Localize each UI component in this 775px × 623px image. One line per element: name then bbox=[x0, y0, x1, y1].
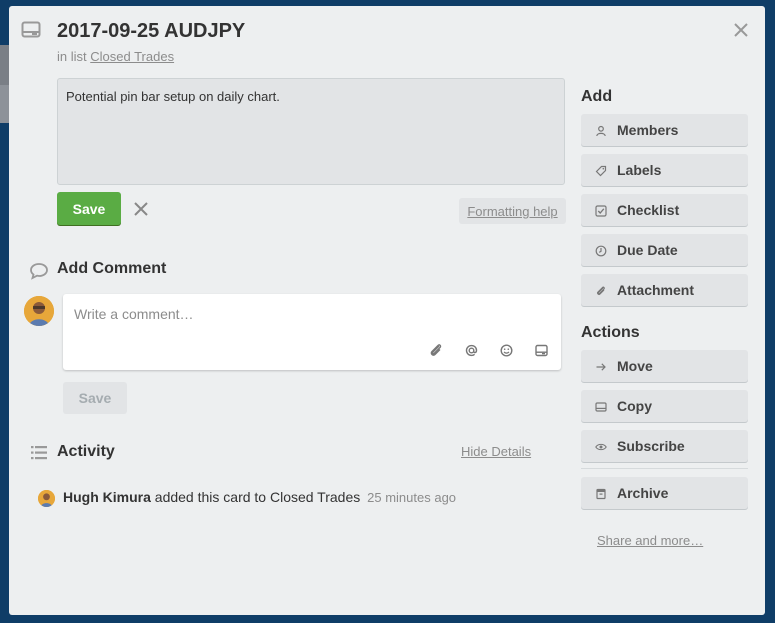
share-and-more-link[interactable]: Share and more… bbox=[597, 533, 703, 548]
in-list-prefix: in list bbox=[57, 49, 87, 64]
activity-user[interactable]: Hugh Kimura bbox=[63, 489, 151, 505]
copy-button[interactable]: Copy bbox=[581, 390, 748, 422]
cancel-edit-icon[interactable] bbox=[131, 199, 151, 219]
activity-list-icon bbox=[29, 444, 49, 462]
members-button[interactable]: Members bbox=[581, 114, 748, 146]
card-icon[interactable] bbox=[532, 343, 551, 358]
labels-label: Labels bbox=[617, 162, 662, 178]
avatar[interactable] bbox=[38, 490, 55, 507]
card-detail-modal: 2017-09-25 AUDJPY in list Closed Trades … bbox=[9, 6, 765, 615]
checklist-button[interactable]: Checklist bbox=[581, 194, 748, 226]
card-list-info: in list Closed Trades bbox=[57, 49, 174, 64]
add-heading: Add bbox=[581, 88, 613, 105]
archive-button[interactable]: Archive bbox=[581, 477, 748, 509]
due-date-button[interactable]: Due Date bbox=[581, 234, 748, 266]
formatting-help-link[interactable]: Formatting help bbox=[459, 198, 566, 224]
archive-icon bbox=[595, 487, 607, 500]
actions-heading: Actions bbox=[581, 324, 640, 341]
subscribe-button[interactable]: Subscribe bbox=[581, 430, 748, 462]
close-icon[interactable] bbox=[731, 20, 751, 40]
description-textarea[interactable]: Potential pin bar setup on daily chart. bbox=[57, 78, 565, 185]
person-icon bbox=[595, 124, 607, 137]
sidebar-divider bbox=[581, 468, 748, 469]
labels-button[interactable]: Labels bbox=[581, 154, 748, 186]
subscribe-label: Subscribe bbox=[617, 438, 685, 454]
move-button[interactable]: Move bbox=[581, 350, 748, 382]
list-link[interactable]: Closed Trades bbox=[90, 49, 174, 64]
save-description-button[interactable]: Save bbox=[57, 192, 121, 225]
activity-time[interactable]: 25 minutes ago bbox=[367, 490, 456, 505]
due-date-label: Due Date bbox=[617, 242, 678, 258]
checkbox-icon bbox=[595, 204, 607, 217]
activity-heading: Activity bbox=[57, 443, 115, 460]
hide-details-link[interactable]: Hide Details bbox=[461, 444, 531, 459]
attachment-label: Attachment bbox=[617, 282, 695, 298]
add-comment-heading: Add Comment bbox=[57, 260, 167, 277]
archive-label: Archive bbox=[617, 485, 669, 501]
save-comment-button[interactable]: Save bbox=[63, 382, 127, 414]
paperclip-icon bbox=[595, 284, 607, 296]
card-title[interactable]: 2017-09-25 AUDJPY bbox=[57, 20, 245, 43]
card-icon bbox=[595, 400, 607, 412]
activity-item: Hugh Kimura added this card to Closed Tr… bbox=[63, 489, 456, 505]
comment-input[interactable]: Write a comment… bbox=[63, 294, 561, 370]
mention-icon[interactable] bbox=[462, 343, 481, 358]
comment-placeholder: Write a comment… bbox=[74, 306, 194, 322]
tag-icon bbox=[595, 164, 607, 177]
eye-icon bbox=[595, 440, 607, 452]
members-label: Members bbox=[617, 122, 679, 138]
activity-action: added this card to Closed Trades bbox=[154, 489, 361, 505]
comment-icon bbox=[29, 262, 49, 280]
checklist-label: Checklist bbox=[617, 202, 680, 218]
arrow-right-icon bbox=[595, 360, 607, 372]
attachment-button[interactable]: Attachment bbox=[581, 274, 748, 306]
copy-label: Copy bbox=[617, 398, 652, 414]
emoji-icon[interactable] bbox=[497, 343, 516, 358]
avatar[interactable] bbox=[24, 296, 54, 326]
clock-icon bbox=[595, 244, 607, 257]
attachment-icon[interactable] bbox=[427, 343, 446, 358]
card-icon bbox=[21, 21, 41, 39]
move-label: Move bbox=[617, 358, 653, 374]
